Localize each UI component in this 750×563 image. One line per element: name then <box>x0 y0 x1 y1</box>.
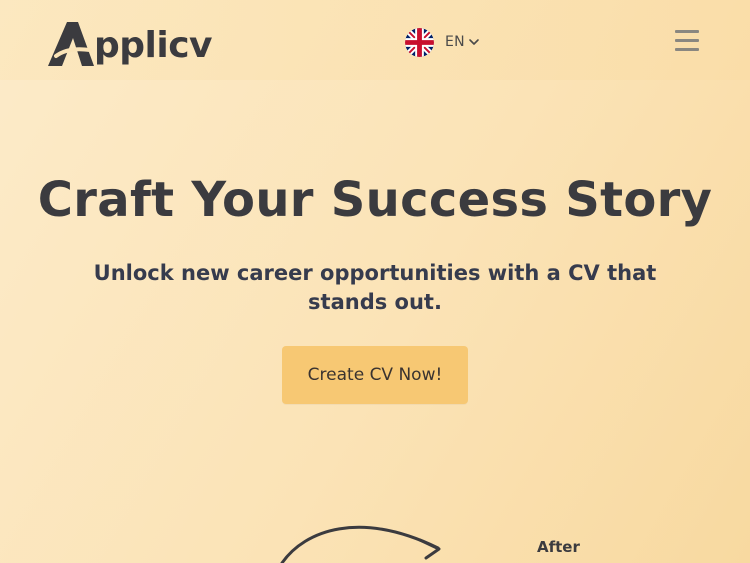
site-header: pplicv EN <box>0 0 750 80</box>
create-cv-button[interactable]: Create CV Now! <box>282 346 468 404</box>
uk-flag-icon <box>405 27 434 57</box>
after-label: After <box>537 538 580 556</box>
applicv-logo[interactable]: pplicv <box>46 16 213 68</box>
logo-letter-a <box>46 18 96 68</box>
chevron-down-icon <box>469 39 479 45</box>
hamburger-menu-icon[interactable] <box>675 30 699 52</box>
logo-text: pplicv <box>94 25 213 66</box>
hero-title: Craft Your Success Story <box>37 172 713 228</box>
logo-a-icon <box>48 22 94 66</box>
language-selector[interactable]: EN <box>405 27 480 57</box>
curved-arrow-icon <box>280 525 441 563</box>
hero-subtitle: Unlock new career opportunities with a C… <box>93 261 657 314</box>
language-code: EN <box>445 34 465 50</box>
